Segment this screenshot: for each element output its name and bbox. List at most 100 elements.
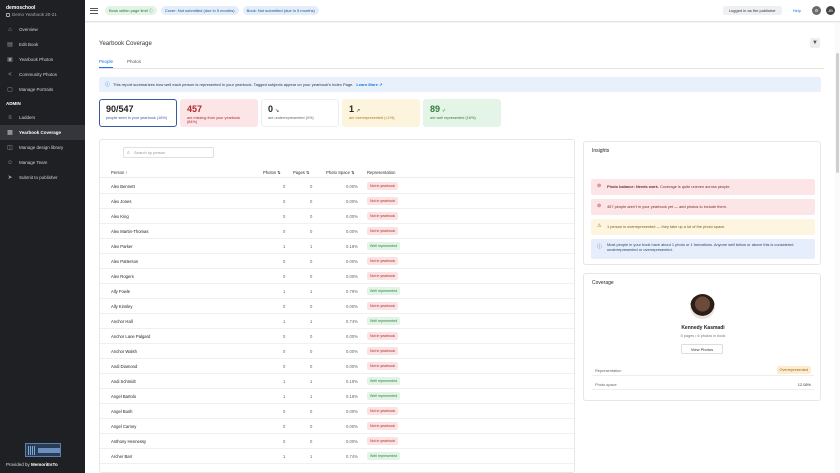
status-badge: Well represented [367,392,401,400]
photo-space-cell: 0.00% [346,199,358,204]
table-row[interactable]: Alex Rogers 0 0 0.00% Not in yearbook [100,269,574,284]
card-people-seen[interactable]: 90/547 people seen in your yearbook (16%… [99,99,177,127]
status-badge: Well represented [367,452,401,460]
alert-icon: ⊘ [597,203,602,209]
sidebar-item-ladders[interactable]: ≡ Ladders [0,110,85,125]
pages-cell: 0 [310,274,313,279]
table-row[interactable]: Andi Schmidt 1 1 0.18% Well represented [100,374,574,389]
table-row[interactable]: Alex Martin-Thomas 0 0 0.00% Not in yearbook [100,224,574,239]
table-row[interactable]: Angel Carney 0 0 0.00% Not in yearbook [100,419,574,434]
table-row[interactable]: Anchor Walsh 0 0 0.00% Not in yearbook [100,344,574,359]
photo-space-cell: 0.00% [346,229,358,234]
book-icon: ▤ [7,41,13,48]
help-link[interactable]: Help [793,8,801,13]
table-row[interactable]: Alex Parker 1 1 0.18% Well represented [100,239,574,254]
photo-space-cell: 0.00% [346,214,358,219]
card-underrepresented[interactable]: 0 ↘ are underrepresented (0%) [261,99,339,127]
table-row[interactable]: Alex King 0 0 0.00% Not in yearbook [100,209,574,224]
photos-cell: 1 [283,244,286,249]
page-limit-text: Book within page limit [109,8,148,13]
person-name-cell: Andi Diamond [111,364,138,369]
table-row[interactable]: Angel Bartolo 1 1 0.18% Well represented [100,389,574,404]
column-header-photo-space[interactable]: Photo Space ⇅ [326,170,355,175]
card-label: are underrepresented (0%) [268,116,314,120]
status-badge: Not in yearbook [367,257,399,265]
table-row[interactable]: Anchor Hall 1 1 0.74% Well represented [100,314,574,329]
school-name: demoschool [6,5,36,11]
sidebar-item-manage-portraits[interactable]: ▢ Manage Portraits [0,82,85,97]
sidebar-item-design-library[interactable]: ◫ Manage design library [0,140,85,155]
person-name-cell: Anthony Hennessy [111,439,147,444]
warning-icon: ⚠ [597,223,602,229]
sidebar-item-edit-book[interactable]: ▤ Edit Book [0,37,85,52]
sidebar-item-label: Manage design library [19,145,64,150]
pages-cell: 0 [310,334,313,339]
settings-icon[interactable]: ⚙ [812,6,821,15]
column-header-person[interactable]: Person ↑ [111,170,128,175]
pages-cell: 0 [310,439,313,444]
photos-cell: 0 [283,349,286,354]
sidebar-item-yearbook-photos[interactable]: ▣ Yearbook Photos [0,52,85,67]
view-photos-button[interactable]: View Photos [681,344,723,354]
card-missing[interactable]: 457 are missing from your yearbook (84%) [180,99,258,127]
menu-icon[interactable] [90,7,98,14]
table-row[interactable]: Anthony Hennessy 0 0 0.00% Not in yearbook [100,434,574,449]
page-scrollbar[interactable] [835,23,840,473]
table-row[interactable]: Andi Diamond 0 0 0.00% Not in yearbook [100,359,574,374]
card-value: 0 [268,104,274,114]
yearbook-selector[interactable]: Demo Yearbook 20-21 [0,11,85,17]
table-row[interactable]: Ally Fowle 1 1 0.79% Well represented [100,284,574,299]
person-name-cell: Alex Parker [111,244,133,249]
status-badge: Not in yearbook [367,197,399,205]
person-name-cell: Andi Schmidt [111,379,136,384]
table-row[interactable]: Archer Barr 1 1 0.74% Well represented [100,449,574,464]
card-overrepresented[interactable]: 1 ↗ are overrepresented (<1%) [342,99,420,127]
table-row[interactable]: Angel Bush 0 0 0.00% Not in yearbook [100,404,574,419]
person-name-cell: Alex Rogers [111,274,134,279]
status-badge: Well represented [367,242,401,250]
ladder-icon: ≡ [8,114,12,121]
info-text: This report summarizes how well each per… [113,82,354,87]
status-badge: Not in yearbook [367,302,399,310]
info-banner: ⓘ This report summarizes how well each p… [99,77,821,92]
table-row[interactable]: Anchor Lane Palgard 0 0 0.00% Not in yearboo… [100,329,574,344]
card-label: are overrepresented (<1%) [349,116,395,120]
learn-more-text: Learn More [356,82,378,87]
tab-photos[interactable]: Photos [127,59,141,68]
column-header-photos[interactable]: Photos ⇅ [263,170,281,175]
yearbook-logo [25,443,61,457]
pages-cell: 1 [310,454,313,459]
learn-more-link[interactable]: Learn More ↗ [356,82,382,87]
sidebar-item-yearbook-coverage[interactable]: ▦ Yearbook Coverage [0,125,85,140]
photo-space-cell: 0.00% [346,304,358,309]
sidebar-item-overview[interactable]: ⌂ Overview [0,22,85,37]
provided-by-text: Provided by [6,462,30,467]
photos-cell: 0 [283,214,286,219]
sidebar-item-community-photos[interactable]: < Community Photos [0,67,85,82]
column-header-pages[interactable]: Pages ⇅ [293,170,310,175]
table-row[interactable]: Alex Patterson 0 0 0.00% Not in yearbook [100,254,574,269]
tab-people[interactable]: People [99,59,114,68]
sidebar-item-submit[interactable]: ➤ Submit to publisher [0,170,85,185]
insights-title: Insights [592,148,610,154]
pages-cell: 0 [310,184,313,189]
sidebar: demoschool Demo Yearbook 20-21 ⌂ Overview… [0,0,85,473]
scrollbar-thumb[interactable] [836,53,839,173]
filter-icon[interactable]: ▼ [810,38,820,48]
table-row[interactable]: Alex Jones 0 0 0.00% Not in yearbook [100,194,574,209]
help-circle-icon[interactable]: ⓘ [149,8,153,13]
table-row[interactable]: Ally Kinsley 0 0 0.00% Not in yearbook [100,299,574,314]
people-table: ⌕ Search by person Person ↑ Photos ⇅ Pag… [99,139,575,473]
table-row[interactable]: Alex Bennett 0 0 0.00% Not in yearbook [100,179,574,194]
pages-cell: 1 [310,289,313,294]
card-well-represented[interactable]: 89 ✓ are well represented (16%) [423,99,501,127]
pages-cell: 0 [310,424,313,429]
portrait-icon: ▢ [7,86,13,93]
status-badge: Not in yearbook [367,362,399,370]
team-icon: ☺ [7,159,14,166]
user-avatar[interactable]: JB [826,6,835,15]
pages-cell: 0 [310,259,313,264]
sidebar-item-manage-team[interactable]: ☺ Manage Team [0,155,85,170]
pages-cell: 0 [310,304,313,309]
search-input[interactable]: ⌕ Search by person [123,147,214,158]
